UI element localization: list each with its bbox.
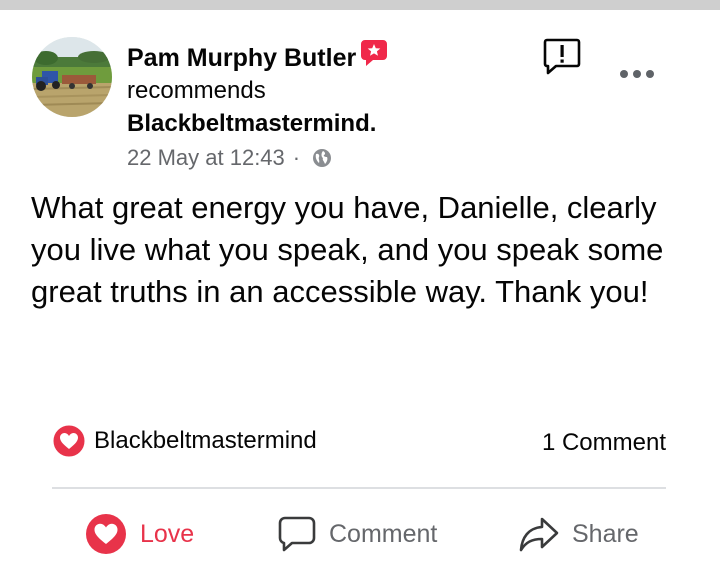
more-options-icon xyxy=(620,70,654,78)
divider xyxy=(52,487,666,489)
avatar[interactable] xyxy=(32,37,112,117)
action-text: recommends xyxy=(127,77,266,104)
love-button[interactable]: Love xyxy=(84,512,194,556)
love-label: Love xyxy=(140,520,195,548)
report-icon xyxy=(543,38,581,75)
share-label: Share xyxy=(572,520,639,548)
love-reaction-icon xyxy=(52,424,86,458)
reaction-summary[interactable]: Blackbeltmastermind xyxy=(52,424,317,458)
top-border xyxy=(0,0,720,10)
post-meta: 22 May at 12:43 · xyxy=(127,143,332,173)
comment-label: Comment xyxy=(329,520,438,548)
author-name[interactable]: Pam Murphy Butler xyxy=(127,42,356,74)
post-body: What great energy you have, Danielle, cl… xyxy=(31,190,664,309)
love-icon xyxy=(86,514,126,554)
timestamp[interactable]: 22 May at 12:43 xyxy=(127,143,285,173)
avatar-image xyxy=(32,37,112,117)
reacted-by-text: Blackbeltmastermind xyxy=(94,427,317,454)
comment-button[interactable]: Comment xyxy=(277,512,437,556)
share-button[interactable]: Share xyxy=(518,512,639,556)
recommendation-badge-icon xyxy=(359,38,389,68)
page-name-link[interactable]: Blackbeltmastermind. xyxy=(127,108,376,140)
comment-count-link[interactable]: 1 Comment xyxy=(542,426,666,460)
meta-separator: · xyxy=(292,145,301,170)
more-options-button[interactable] xyxy=(618,64,656,84)
post-card: Pam Murphy Butler recommends Blackbeltma… xyxy=(0,0,720,585)
share-icon xyxy=(519,517,559,552)
globe-icon xyxy=(313,149,332,167)
report-button[interactable] xyxy=(542,37,582,77)
comment-icon xyxy=(278,516,316,552)
